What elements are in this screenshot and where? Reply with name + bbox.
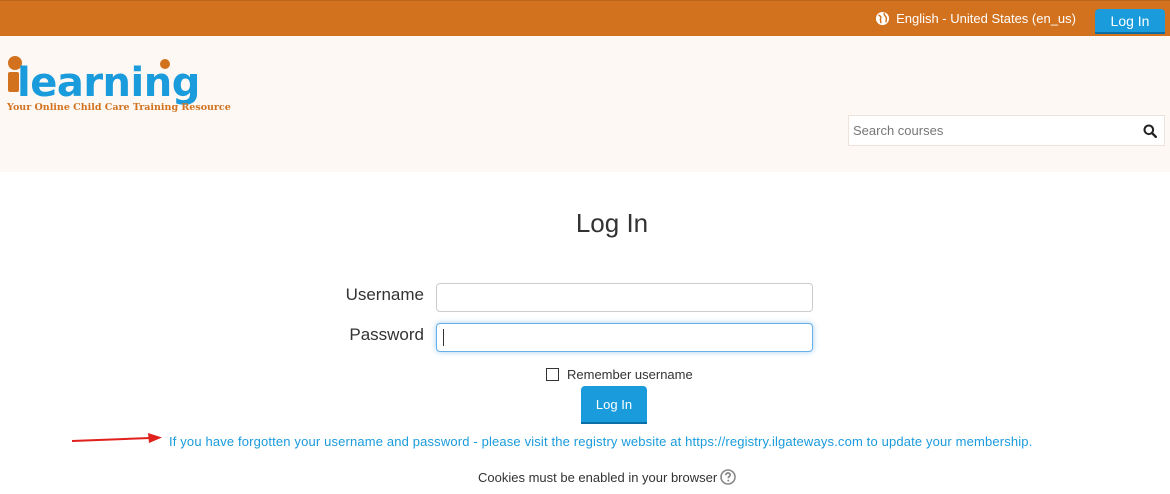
forgot-password-link[interactable]: If you have forgotten your username and … [169, 434, 1032, 449]
top-bar: English - United States (en_us) Log In [0, 0, 1170, 36]
language-label: English - United States (en_us) [896, 10, 1076, 26]
cookies-text: Cookies must be enabled in your browser [478, 469, 718, 485]
site-header: learning Your Online Child Care Training… [0, 36, 1170, 172]
username-field[interactable] [436, 283, 813, 312]
search-input[interactable] [849, 116, 1135, 145]
search-icon [1143, 124, 1157, 138]
logo-tagline: Your Online Child Care Training Resource [6, 102, 231, 113]
search-button[interactable] [1135, 116, 1164, 145]
text-cursor [443, 329, 444, 346]
globe-icon [876, 11, 890, 25]
login-button[interactable]: Log In [581, 386, 647, 422]
cookies-notice: Cookies must be enabled in your browser [478, 469, 736, 485]
red-arrow-icon [71, 433, 162, 443]
password-field[interactable] [436, 323, 813, 352]
remember-checkbox[interactable] [546, 368, 559, 381]
question-circle-icon[interactable] [720, 469, 736, 485]
site-logo[interactable]: learning Your Online Child Care Training… [3, 54, 251, 116]
remember-username[interactable]: Remember username [546, 367, 693, 382]
password-label: Password [349, 325, 424, 344]
search-box [848, 115, 1165, 146]
language-menu[interactable]: English - United States (en_us) [875, 9, 1076, 27]
logo-wordmark: learning [17, 60, 200, 106]
username-label: Username [345, 285, 424, 304]
page-title: Log In [575, 208, 649, 238]
remember-label: Remember username [567, 367, 693, 382]
header-login-button[interactable]: Log In [1095, 9, 1165, 32]
